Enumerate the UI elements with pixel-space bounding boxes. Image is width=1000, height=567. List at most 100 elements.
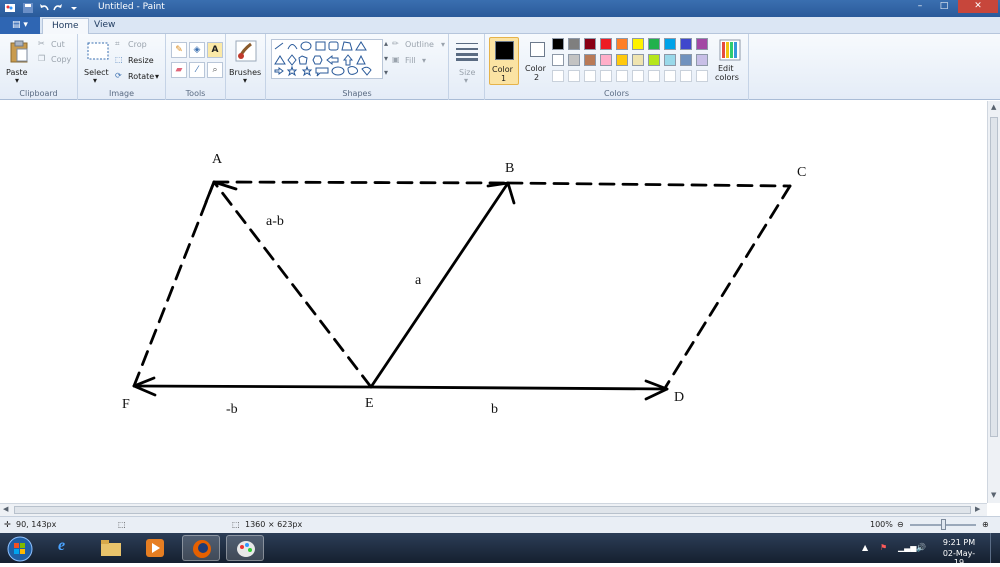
rounded-rectangle-shape-icon[interactable] (328, 41, 339, 51)
select-button[interactable]: Select ▾ (82, 38, 112, 86)
maximize-button[interactable]: □ (932, 0, 956, 13)
curve-shape-icon[interactable] (287, 44, 298, 50)
vertical-scrollbar[interactable]: ▲ ▼ (987, 101, 1000, 503)
clock-date[interactable]: 02-May-19 (938, 549, 980, 567)
palette-swatch[interactable] (696, 54, 708, 66)
cloud-callout-icon[interactable] (347, 66, 359, 75)
shapes-scroll-up[interactable]: ▴ (384, 39, 388, 48)
taskbar-paint[interactable] (226, 535, 264, 561)
custom-color-slot[interactable] (680, 70, 692, 82)
zoom-slider-thumb[interactable] (941, 519, 946, 530)
palette-swatch[interactable] (696, 38, 708, 50)
custom-color-slot[interactable] (648, 70, 660, 82)
custom-color-slot[interactable] (632, 70, 644, 82)
palette-swatch[interactable] (568, 38, 580, 50)
custom-color-slot[interactable] (584, 70, 596, 82)
copy-button[interactable]: ❐ Copy (38, 54, 74, 66)
taskbar-internet-explorer[interactable]: e (48, 535, 86, 561)
color-picker-icon[interactable]: ⁄ (189, 62, 205, 78)
clock-time[interactable]: 9:21 PM (938, 538, 980, 547)
save-icon[interactable] (22, 2, 34, 14)
show-hidden-icons-icon[interactable]: ▲ (862, 543, 868, 552)
network-icon[interactable]: ▁▃▅ (898, 543, 916, 552)
vertical-scroll-thumb[interactable] (990, 117, 998, 437)
palette-swatch[interactable] (600, 38, 612, 50)
scroll-right-arrow[interactable]: ▶ (975, 505, 980, 513)
palette-swatch[interactable] (616, 38, 628, 50)
rectangle-shape-icon[interactable] (315, 41, 326, 51)
up-arrow-shape-icon[interactable] (342, 54, 354, 66)
line-shape-icon[interactable] (274, 42, 284, 50)
right-triangle-shape-icon[interactable] (274, 55, 286, 65)
edit-colors-button[interactable]: Edit colors (713, 37, 747, 85)
palette-swatch[interactable] (632, 38, 644, 50)
redo-icon[interactable] (52, 2, 64, 14)
hexagon-shape-icon[interactable] (312, 55, 323, 65)
tab-home[interactable]: Home (42, 18, 89, 34)
close-button[interactable]: ✕ (958, 0, 998, 13)
canvas-workspace[interactable]: A B C D E F a-b a b -b (0, 101, 987, 503)
scroll-down-arrow[interactable]: ▼ (991, 491, 996, 499)
oval-callout-icon[interactable] (331, 66, 345, 76)
four-point-star-icon[interactable] (286, 65, 298, 77)
heart-shape-icon[interactable] (361, 66, 372, 76)
magnifier-icon[interactable]: ⌕ (207, 62, 223, 78)
volume-icon[interactable]: 🔊 (916, 543, 926, 552)
taskbar-file-explorer[interactable] (92, 535, 130, 561)
crop-button[interactable]: ⌗ Crop (115, 39, 163, 51)
down-arrow-shape-icon[interactable] (274, 67, 284, 75)
taskbar-media-player[interactable] (136, 535, 174, 561)
palette-swatch[interactable] (664, 38, 676, 50)
shapes-scroll-down[interactable]: ▾ (384, 54, 388, 63)
rotate-button[interactable]: ⟳ Rotate ▾ (115, 71, 163, 83)
fill-bucket-icon[interactable]: ◈ (189, 42, 205, 58)
file-menu-button[interactable]: ▤ ▾ (0, 17, 40, 34)
palette-swatch[interactable] (568, 54, 580, 66)
resize-button[interactable]: ⬚ Resize (115, 55, 163, 67)
oval-shape-icon[interactable] (300, 41, 312, 51)
pentagon-shape-icon[interactable] (298, 55, 308, 65)
palette-swatch[interactable] (552, 54, 564, 66)
shapes-expand[interactable]: ▾ (384, 68, 388, 77)
callout-shape-icon[interactable] (315, 67, 329, 77)
custom-color-slot[interactable] (568, 70, 580, 82)
taskbar-firefox[interactable] (182, 535, 220, 561)
custom-color-slot[interactable] (664, 70, 676, 82)
palette-swatch[interactable] (680, 38, 692, 50)
outline-button[interactable]: ✏ Outline ▾ (392, 39, 448, 51)
horizontal-scrollbar[interactable]: ◀ ▶ (0, 503, 987, 516)
action-center-flag-icon[interactable]: ⚑ (880, 543, 887, 552)
palette-swatch[interactable] (664, 54, 676, 66)
scroll-left-arrow[interactable]: ◀ (3, 505, 8, 513)
custom-color-slot[interactable] (552, 70, 564, 82)
color1-button[interactable]: Color 1 (489, 37, 519, 85)
pencil-icon[interactable]: ✎ (171, 42, 187, 58)
zoom-out-button[interactable]: ⊖ (897, 520, 904, 529)
palette-swatch[interactable] (584, 38, 596, 50)
color2-button[interactable]: Color 2 (522, 37, 552, 85)
tab-view[interactable]: View (85, 18, 124, 34)
triangle-shape-icon[interactable] (355, 41, 367, 51)
custom-color-slot[interactable] (600, 70, 612, 82)
undo-icon[interactable] (38, 2, 50, 14)
palette-swatch[interactable] (616, 54, 628, 66)
palette-swatch[interactable] (600, 54, 612, 66)
customize-quick-access-icon[interactable] (68, 2, 80, 14)
zoom-in-button[interactable]: ⊕ (982, 520, 989, 529)
palette-swatch[interactable] (648, 54, 660, 66)
custom-color-slot[interactable] (616, 70, 628, 82)
left-arrow-shape-icon[interactable] (326, 54, 339, 66)
polygon-shape-icon[interactable] (341, 41, 353, 51)
brushes-button[interactable]: Brushes ▾ (229, 38, 263, 86)
scroll-up-arrow[interactable]: ▲ (991, 103, 996, 111)
fill-button[interactable]: ▣ Fill ▾ (392, 55, 448, 67)
palette-swatch[interactable] (584, 54, 596, 66)
palette-swatch[interactable] (632, 54, 644, 66)
eraser-icon[interactable]: ▰ (171, 62, 187, 78)
custom-color-slot[interactable] (696, 70, 708, 82)
horizontal-scroll-thumb[interactable] (14, 506, 971, 514)
palette-swatch[interactable] (680, 54, 692, 66)
paste-button[interactable]: Paste ▾ (4, 38, 34, 86)
palette-swatch[interactable] (552, 38, 564, 50)
palette-swatch[interactable] (648, 38, 660, 50)
